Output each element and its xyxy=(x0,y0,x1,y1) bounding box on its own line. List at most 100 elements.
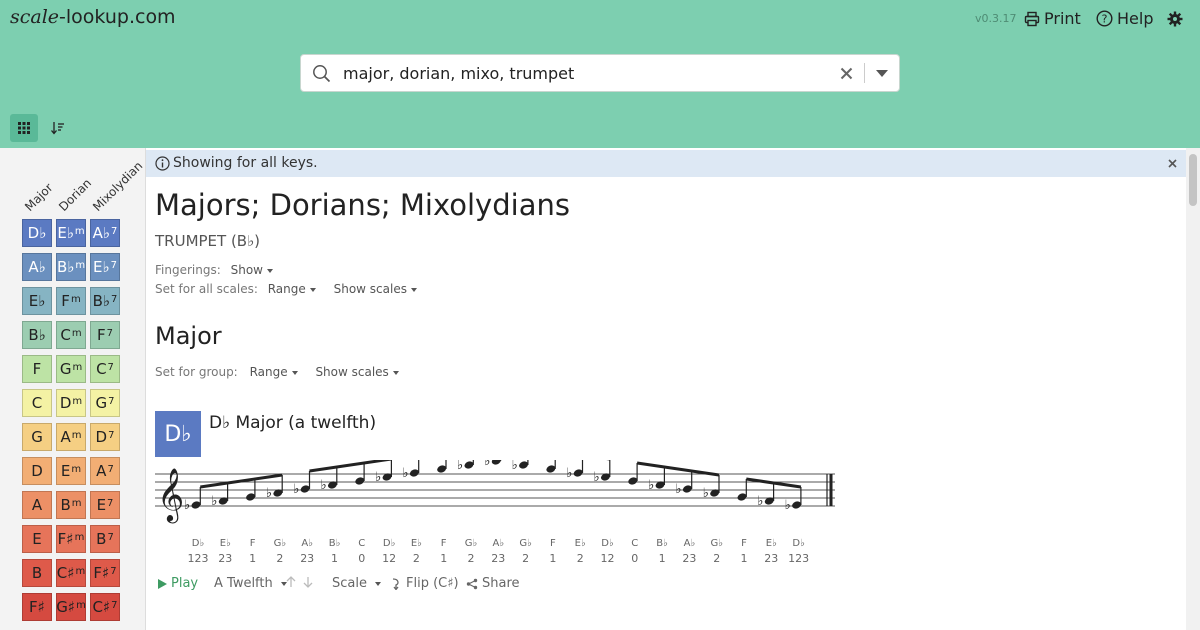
settings-button[interactable] xyxy=(1167,11,1183,27)
group-range-dropdown[interactable]: Range xyxy=(250,365,298,379)
key-cell-major[interactable]: F xyxy=(22,355,52,383)
key-cell-mixolydian[interactable]: G7 xyxy=(90,389,120,417)
key-cell-major[interactable]: E♭ xyxy=(22,287,52,315)
key-cell-major[interactable]: B xyxy=(22,559,52,587)
note-head: ♭ xyxy=(211,483,229,509)
note-name: G♭ xyxy=(519,538,532,549)
note-name: A♭ xyxy=(683,538,696,549)
key-cell-mixolydian[interactable]: F♯ 7 xyxy=(90,559,120,587)
scrollbar[interactable] xyxy=(1186,148,1200,630)
note-name: A♭ xyxy=(492,538,505,549)
note-head: ♭ xyxy=(266,475,283,501)
note-name: G♭ xyxy=(273,538,287,549)
flip-button[interactable]: Flip (C♯) xyxy=(391,576,459,591)
help-button[interactable]: ? Help xyxy=(1096,9,1153,28)
note-fingering: D♭ 123 xyxy=(185,538,211,565)
fingering-number: 0 xyxy=(358,552,366,565)
fingering-number: 2 xyxy=(467,552,475,565)
key-cell-mixolydian[interactable]: A♭ 7 xyxy=(90,219,120,247)
key-cell-major[interactable]: G xyxy=(22,423,52,451)
key-badge: D♭ xyxy=(155,411,201,457)
caret-down-icon xyxy=(410,287,417,292)
key-cell-dorian[interactable]: C♯ m xyxy=(56,559,86,587)
search-input[interactable] xyxy=(341,63,825,84)
fingering-number: 0 xyxy=(631,552,639,565)
scale-select-label: Scale xyxy=(332,576,367,591)
key-cell-mixolydian[interactable]: E♭ 7 xyxy=(90,253,120,281)
svg-text:♭: ♭ xyxy=(184,498,190,513)
key-cell-mixolydian[interactable]: F7 xyxy=(90,321,120,349)
key-cell-major[interactable]: B♭ xyxy=(22,321,52,349)
key-cell-dorian[interactable]: Em xyxy=(56,457,86,485)
note-name: D♭ xyxy=(191,538,205,549)
main-content: Showing for all keys. Majors; Dorians; M… xyxy=(146,148,1186,630)
group-show-scales-dropdown[interactable]: Show scales xyxy=(315,365,399,379)
note-fingering: F1 xyxy=(431,538,457,565)
scrollbar-thumb[interactable] xyxy=(1189,154,1197,206)
key-cell-dorian[interactable]: E♭ m xyxy=(56,219,86,247)
key-cell-mixolydian[interactable]: A7 xyxy=(90,457,120,485)
chevron-down-icon[interactable] xyxy=(875,69,889,78)
fingering-number: 2 xyxy=(576,552,584,565)
svg-text:♭: ♭ xyxy=(402,466,408,481)
note-fingering: A♭ 23 xyxy=(676,538,702,565)
range-down-button[interactable] xyxy=(303,576,313,588)
play-button[interactable]: Play xyxy=(158,576,198,591)
show-scales-dropdown[interactable]: Show scales xyxy=(334,282,417,296)
key-cell-mixolydian[interactable]: C♯ 7 xyxy=(90,593,120,621)
play-icon xyxy=(158,578,167,589)
key-cell-mixolydian[interactable]: D7 xyxy=(90,423,120,451)
note-name: G♭ xyxy=(710,538,723,549)
close-icon[interactable] xyxy=(840,67,853,80)
key-cell-mixolydian[interactable]: C7 xyxy=(90,355,120,383)
note-fingering: A♭ 23 xyxy=(294,538,320,565)
key-cell-dorian[interactable]: Am xyxy=(56,423,86,451)
key-cell-dorian[interactable]: Cm xyxy=(56,321,86,349)
range-select[interactable]: A Twelfth xyxy=(214,576,287,591)
print-button[interactable]: Print xyxy=(1024,9,1081,28)
key-cell-major[interactable]: D♭ xyxy=(22,219,52,247)
sort-button[interactable] xyxy=(44,114,72,142)
key-cell-major[interactable]: D xyxy=(22,457,52,485)
note-fingering: G♭ 2 xyxy=(513,538,539,565)
note-name: G♭ xyxy=(464,538,478,549)
note-head: ♭ xyxy=(484,460,502,469)
music-staff: 𝄞 ♭ ♭ ♭ ♭ ♭ ♭ ♭ ♭ ♭ ♭ ♭ ♭ ♭ ♭ ♭ ♭ ♭ xyxy=(155,460,835,523)
range-dropdown[interactable]: Range xyxy=(268,282,316,296)
svg-text:♭: ♭ xyxy=(703,486,709,501)
note-name: A♭ xyxy=(301,538,313,549)
key-cell-mixolydian[interactable]: B7 xyxy=(90,525,120,553)
note-name: D♭ xyxy=(382,538,396,549)
key-cell-mixolydian[interactable]: B♭ 7 xyxy=(90,287,120,315)
close-icon[interactable] xyxy=(1168,159,1177,168)
help-label: Help xyxy=(1117,9,1154,28)
play-label: Play xyxy=(171,576,199,591)
svg-text:♭: ♭ xyxy=(757,494,763,509)
share-button[interactable]: Share xyxy=(466,576,520,591)
key-cell-mixolydian[interactable]: E7 xyxy=(90,491,120,519)
note-fingering: A♭ 23 xyxy=(485,538,511,565)
note-name: E♭ xyxy=(219,538,231,549)
fingerings-dropdown[interactable]: Show xyxy=(231,263,273,277)
svg-text:?: ? xyxy=(1102,13,1108,26)
key-cell-major[interactable]: E xyxy=(22,525,52,553)
grid-view-button[interactable] xyxy=(10,114,38,142)
site-logo[interactable]: scale-lookup.com xyxy=(10,6,176,28)
key-cell-dorian[interactable]: Fm xyxy=(56,287,86,315)
key-cell-dorian[interactable]: B♭ m xyxy=(56,253,86,281)
note-head: ♭ xyxy=(375,460,392,485)
note-fingering: B♭ 1 xyxy=(649,538,675,565)
scale-select[interactable]: Scale xyxy=(332,576,381,591)
key-cell-major[interactable]: F♯ xyxy=(22,593,52,621)
key-cell-major[interactable]: C xyxy=(22,389,52,417)
svg-text:♭: ♭ xyxy=(211,494,217,509)
key-cell-dorian[interactable]: Dm xyxy=(56,389,86,417)
key-cell-major[interactable]: A xyxy=(22,491,52,519)
range-up-button[interactable] xyxy=(286,576,296,588)
key-cell-dorian[interactable]: Bm xyxy=(56,491,86,519)
key-cell-dorian[interactable]: Gm xyxy=(56,355,86,383)
svg-text:♭: ♭ xyxy=(594,470,600,485)
key-cell-major[interactable]: A♭ xyxy=(22,253,52,281)
key-cell-dorian[interactable]: F♯ m xyxy=(56,525,86,553)
key-cell-dorian[interactable]: G♯ m xyxy=(56,593,86,621)
